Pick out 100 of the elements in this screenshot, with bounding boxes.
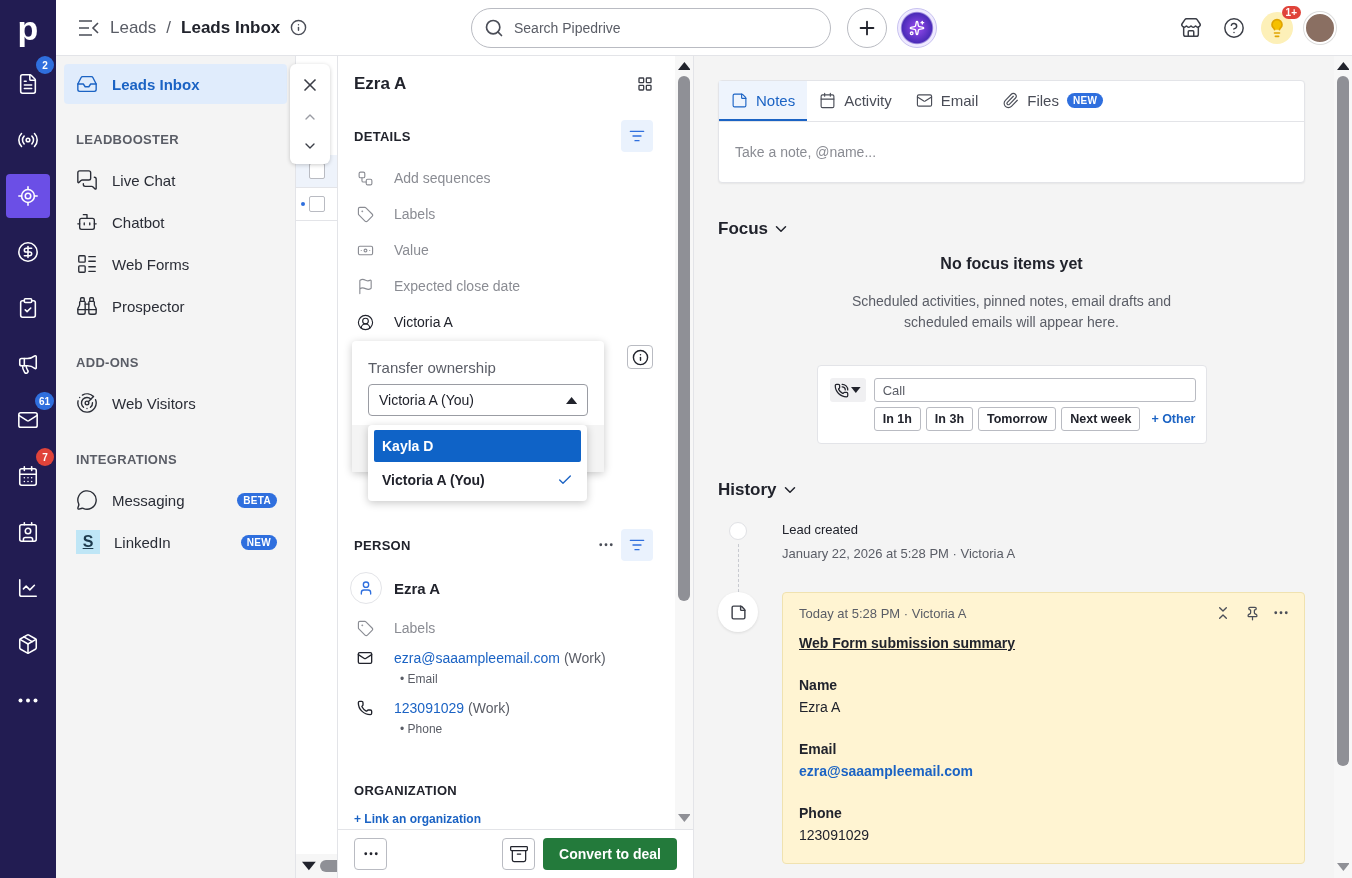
detail-field[interactable]: Add sequences [394, 170, 491, 186]
composer-tab[interactable]: Email [903, 81, 991, 121]
more-button[interactable] [599, 543, 613, 547]
contact-caption: • Phone [399, 722, 444, 736]
pin-button[interactable] [1245, 605, 1260, 621]
filter-icon [629, 537, 645, 553]
layout-button[interactable] [637, 76, 653, 92]
sidebar-item[interactable]: Web Visitors [64, 382, 287, 424]
focus-toggle[interactable]: Focus [718, 219, 791, 239]
note-input[interactable]: Take a note, @name... [719, 122, 1304, 182]
quick-date-button[interactable]: In 3h [925, 407, 974, 431]
quick-date-button[interactable]: In 1h [873, 407, 921, 431]
archive-button[interactable] [502, 838, 536, 870]
more-icon [599, 543, 613, 547]
activity-subject-field[interactable]: Call [873, 378, 1196, 402]
composer-tab[interactable]: Activity [807, 81, 904, 121]
note-field-value: Ezra A [799, 699, 842, 715]
history-toggle[interactable]: History [718, 480, 799, 500]
sidebar-item[interactable]: S LinkedIn NEW [64, 521, 287, 563]
popover-label: Transfer ownership [367, 358, 497, 378]
tag-icon [357, 619, 374, 637]
scroll-up-arrow-icon [1336, 62, 1350, 70]
owner-select[interactable]: Victoria A (You) [368, 384, 588, 416]
scroll-left-arrow-icon [302, 861, 316, 871]
inbox-icon [76, 73, 98, 95]
add-button[interactable] [847, 7, 887, 48]
sidebar-item[interactable]: Messaging BETA [64, 479, 287, 521]
detail-field[interactable]: Expected close date [394, 278, 521, 294]
sidebar-label: Leads Inbox [112, 75, 201, 93]
contact-card-icon [17, 521, 39, 543]
ai-assistant-button[interactable] [897, 7, 937, 48]
other-date-link[interactable]: + Other [1151, 412, 1196, 426]
scroll-up-arrow-icon [677, 62, 691, 70]
activity-type-button[interactable] [829, 378, 866, 402]
sidebar-label: Web Forms [112, 255, 191, 273]
phone-link[interactable]: 123091029 [394, 700, 465, 716]
sidebar-item[interactable]: Web Forms [64, 243, 287, 285]
store-icon [1180, 16, 1202, 39]
note-composer[interactable]: Notes Activity Email Files NEW Take a note, @name... [718, 80, 1305, 183]
person-name[interactable]: Ezra A [394, 579, 441, 597]
info-icon[interactable] [290, 19, 308, 36]
note-title: Web Form submission summary [799, 635, 1016, 651]
new-badge: NEW [1066, 92, 1104, 108]
sidebar-item[interactable]: Leads Inbox [64, 64, 287, 104]
note-field-link[interactable]: ezra@saaampleemail.com [799, 763, 1288, 779]
section-heading: DETAILS [354, 128, 412, 144]
contact-caption: • Email [399, 672, 439, 686]
note-field-value: 123091029 [799, 827, 871, 843]
sequence-icon [357, 169, 374, 187]
caret-icon [565, 396, 577, 404]
link-organization-link[interactable]: + Link an organization [354, 812, 653, 826]
section-heading: INTEGRATIONS [75, 451, 178, 469]
collapse-menu-button[interactable] [78, 18, 100, 37]
composer-tab[interactable]: Notes [719, 81, 808, 121]
empty-state-title: No focus items yet [939, 255, 1084, 273]
scrollbar-thumb[interactable] [678, 76, 690, 601]
quick-date-button[interactable]: Tomorrow [978, 407, 1057, 431]
sidebar-label: LinkedIn [114, 533, 172, 551]
row-checkbox[interactable] [309, 196, 325, 212]
sidebar-item[interactable]: Chatbot [64, 201, 287, 243]
paperclip-icon [1002, 91, 1020, 109]
sidebar-label: Prospector [112, 297, 186, 315]
note-icon [729, 603, 747, 621]
detail-field[interactable]: Victoria A [394, 314, 453, 330]
note-field-label: Phone [799, 805, 843, 821]
email-link[interactable]: ezra@saaampleemail.com [394, 650, 560, 666]
person-icon [358, 580, 374, 596]
scrollbar-thumb[interactable] [319, 860, 337, 872]
more-icon [18, 697, 38, 703]
flag-icon [357, 277, 374, 295]
app-logo: S [76, 530, 100, 554]
composer-tab[interactable]: Files NEW [990, 81, 1116, 121]
calendar-icon [17, 465, 39, 487]
clipboard-check-icon [17, 297, 39, 319]
document-list-icon [17, 73, 39, 95]
filter-button[interactable] [621, 529, 653, 561]
more-button[interactable] [1274, 611, 1288, 615]
convert-to-deal-button[interactable]: Convert to deal [543, 838, 677, 870]
section-heading: LEADBOOSTER [75, 131, 180, 149]
target-icon [17, 185, 39, 207]
count-badge: 2 [36, 56, 54, 74]
megaphone-icon [17, 353, 39, 375]
user-avatar[interactable] [1304, 11, 1336, 44]
search-input[interactable]: Search Pipedrive [512, 18, 818, 37]
quick-date-button[interactable]: Next week [1061, 407, 1141, 431]
dropdown-option[interactable]: Kayla D [374, 430, 581, 462]
info-button[interactable] [627, 345, 653, 369]
bot-icon [76, 211, 98, 233]
scrollbar-thumb[interactable] [1337, 76, 1349, 766]
app-logo[interactable]: p [17, 0, 39, 56]
dropdown-option[interactable]: Victoria A (You) [374, 464, 581, 496]
sidebar-label: Messaging [112, 491, 186, 509]
breadcrumb-link[interactable]: Leads [110, 17, 157, 38]
mail-icon [357, 650, 373, 666]
sidebar-item[interactable]: Prospector [64, 285, 287, 327]
search-icon [484, 17, 504, 38]
sidebar-item[interactable]: Live Chat [64, 159, 287, 201]
sidebar-label: Live Chat [112, 171, 177, 189]
empty-state-text: Scheduled activities, pinned notes, email drafts and scheduled emails will appear here. [850, 292, 1173, 332]
filter-button[interactable] [621, 120, 653, 152]
